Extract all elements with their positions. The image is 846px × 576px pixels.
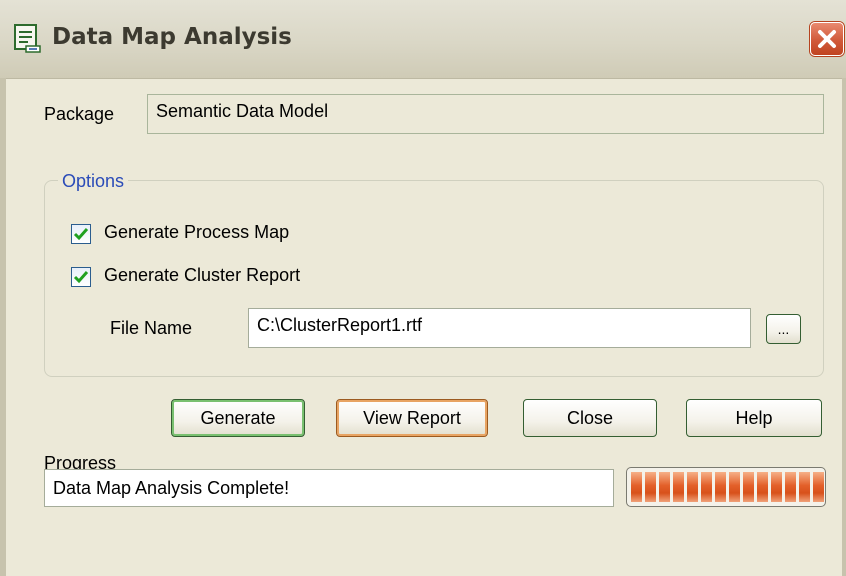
file-name-label: File Name	[110, 318, 193, 338]
generate-process-map-label: Generate Process Map	[104, 222, 290, 242]
package-field: Semantic Data Model	[147, 94, 824, 134]
browse-button[interactable]: ...	[766, 314, 801, 344]
progress-bar-fill	[631, 472, 824, 502]
help-button[interactable]: Help	[686, 399, 822, 437]
window-close-button[interactable]	[810, 22, 844, 56]
checkmark-icon	[73, 228, 89, 241]
progress-segment	[729, 472, 740, 502]
generate-cluster-report-checkbox[interactable]	[71, 267, 91, 287]
progress-segment	[743, 472, 754, 502]
view-report-button[interactable]: View Report	[336, 399, 488, 437]
progress-segment	[687, 472, 698, 502]
progress-segment	[701, 472, 712, 502]
progress-status-field: Data Map Analysis Complete!	[44, 469, 614, 507]
file-name-input[interactable]: C:\ClusterReport1.rtf	[248, 308, 751, 348]
package-label: Package	[44, 104, 115, 124]
document-map-icon	[14, 24, 41, 53]
window-title: Data Map Analysis	[52, 24, 292, 50]
window-frame-left	[0, 78, 6, 576]
progress-segment	[813, 472, 824, 502]
progress-segment	[771, 472, 782, 502]
progress-segment	[673, 472, 684, 502]
progress-segment	[757, 472, 768, 502]
progress-segment	[715, 472, 726, 502]
progress-segment	[659, 472, 670, 502]
close-icon	[818, 30, 836, 48]
window-frame-right	[842, 78, 846, 576]
progress-segment	[645, 472, 656, 502]
generate-button[interactable]: Generate	[171, 399, 305, 437]
generate-cluster-report-label: Generate Cluster Report	[104, 265, 301, 285]
close-button[interactable]: Close	[523, 399, 657, 437]
progress-segment	[799, 472, 810, 502]
progress-segment	[631, 472, 642, 502]
generate-process-map-checkbox[interactable]	[71, 224, 91, 244]
options-legend: Options	[58, 171, 129, 192]
title-bar[interactable]: Data Map Analysis	[0, 0, 846, 79]
checkmark-icon	[73, 271, 89, 284]
progress-segment	[785, 472, 796, 502]
progress-bar	[626, 467, 826, 507]
